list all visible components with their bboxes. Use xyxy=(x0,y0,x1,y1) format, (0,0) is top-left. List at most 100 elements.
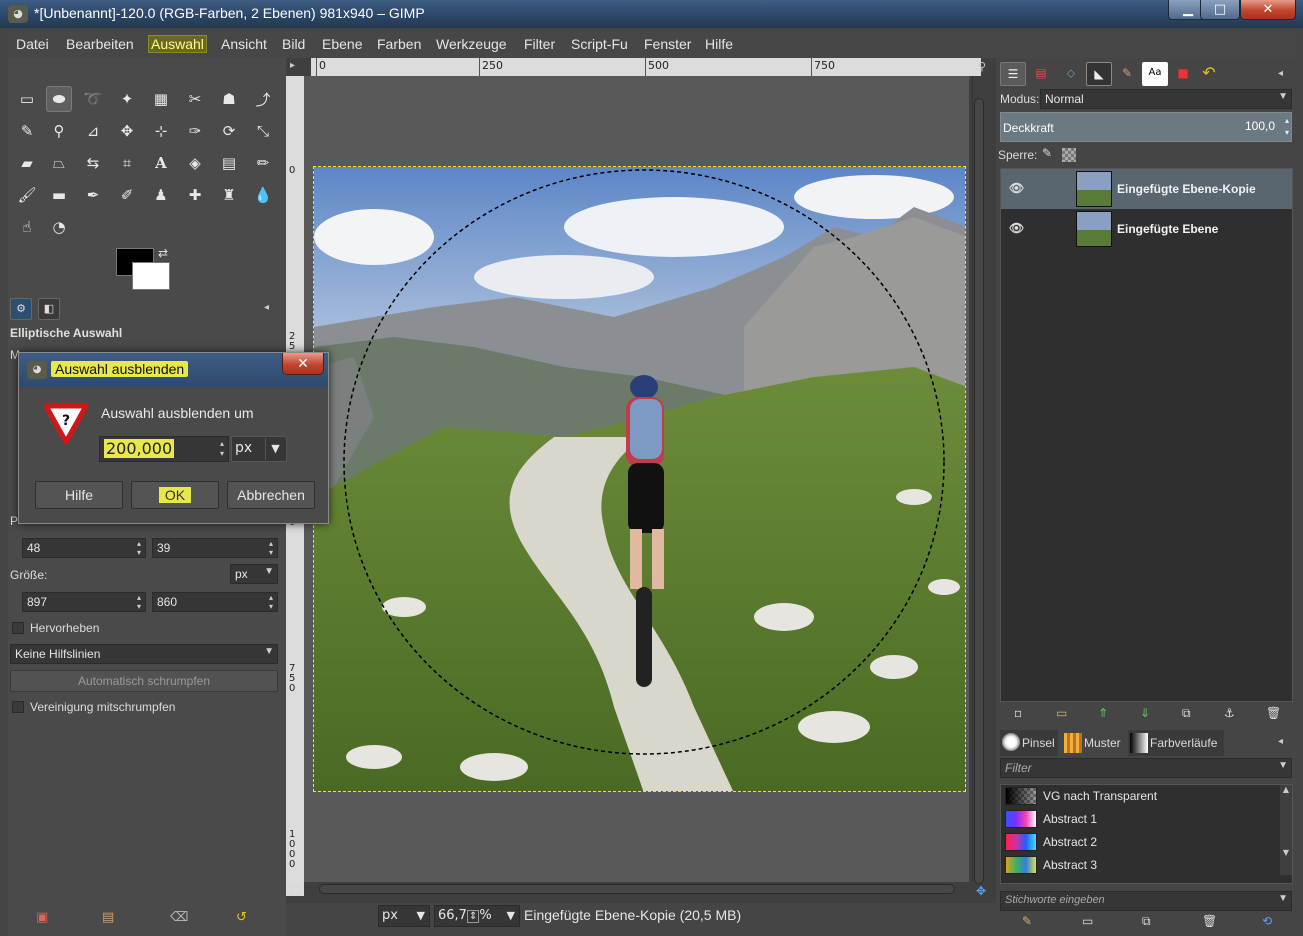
tool-options-tab-icon[interactable]: ⚙ xyxy=(10,298,32,320)
menu-ansicht[interactable]: Ansicht xyxy=(219,36,269,52)
scrollbar-thumb[interactable] xyxy=(319,884,955,894)
crop-icon[interactable]: ✑ xyxy=(182,118,208,144)
reset-options-icon[interactable]: ↺ xyxy=(236,910,247,925)
unit-select[interactable]: px ▼ xyxy=(378,905,430,927)
patterns-tab[interactable]: Muster xyxy=(1062,730,1124,756)
horizontal-scrollbar[interactable] xyxy=(311,882,971,896)
panel-menu-icon[interactable]: ◂ xyxy=(1278,68,1283,79)
menu-auswahl[interactable]: Auswahl xyxy=(148,35,207,53)
menu-hilfe[interactable]: Hilfe xyxy=(703,36,735,52)
menu-bild[interactable]: Bild xyxy=(280,36,307,52)
image-canvas[interactable] xyxy=(313,166,966,792)
menu-script-fu[interactable]: Script-Fu xyxy=(569,36,630,52)
text-icon[interactable]: A xyxy=(148,150,174,176)
scissors-select-icon[interactable]: ✂ xyxy=(182,86,208,112)
undo-history-tab-icon[interactable]: ↶ xyxy=(1196,62,1222,86)
restore-options-icon[interactable]: ▤ xyxy=(102,910,114,925)
paintbrush-icon[interactable]: 🖌 xyxy=(14,182,40,208)
eraser-icon[interactable]: ▬ xyxy=(46,182,72,208)
feather-unit-select[interactable]: px ▼ xyxy=(231,436,287,462)
brush-tab-icon[interactable]: ✎ xyxy=(1114,62,1140,86)
foreground-select-icon[interactable]: ☗ xyxy=(216,86,242,112)
align-icon[interactable]: ⊹ xyxy=(148,118,174,144)
menu-ebene[interactable]: Ebene xyxy=(320,36,364,52)
layers-tab-icon[interactable]: ☰ xyxy=(1000,62,1026,86)
gradient-row[interactable]: Abstract 1 xyxy=(1001,808,1279,830)
perspective-clone-icon[interactable]: ♜ xyxy=(216,182,242,208)
scrollbar-thumb[interactable] xyxy=(974,98,984,884)
feather-amount-input[interactable]: 200,000 ▴ ▾ xyxy=(99,436,229,462)
ellipse-select-icon[interactable]: ⬬ xyxy=(46,86,72,112)
size-height-input[interactable]: 860 xyxy=(152,592,278,612)
menu-fenster[interactable]: Fenster xyxy=(642,36,693,52)
airbrush-icon[interactable]: ✒ xyxy=(80,182,106,208)
quick-mask-icon[interactable]: ⬚ xyxy=(290,884,300,897)
zoom-select[interactable]: 66,7 ⇕% ▼ xyxy=(434,905,520,927)
spinner-icon[interactable]: ▴ ▾ xyxy=(218,439,226,459)
device-status-tab-icon[interactable]: ◧ xyxy=(38,298,60,320)
layer-row[interactable]: 👁 Eingefügte Ebene-Kopie xyxy=(1001,169,1292,209)
ok-button[interactable]: OK xyxy=(131,481,219,509)
guides-select[interactable]: Keine Hilfslinien ▼ xyxy=(10,644,278,664)
zoom-follow-icon[interactable]: ⚲ xyxy=(978,60,986,73)
dodge-burn-icon[interactable]: ◔ xyxy=(46,214,72,240)
zoom-icon[interactable]: ⚲ xyxy=(46,118,72,144)
clone-icon[interactable]: ♟ xyxy=(148,182,174,208)
gradients-scrollbar[interactable]: ▲ ▼ xyxy=(1280,785,1292,875)
paths-tab-icon[interactable]: ⬦ xyxy=(1058,62,1084,86)
gradient-row[interactable]: VG nach Transparent xyxy=(1001,785,1279,807)
colormap-tab-icon[interactable]: ◣ xyxy=(1086,62,1112,86)
opacity-spinner-icon[interactable]: ▴ ▾ xyxy=(1285,115,1289,139)
background-color-swatch[interactable] xyxy=(132,262,170,290)
highlight-checkbox[interactable] xyxy=(12,622,24,634)
menu-bearbeiten[interactable]: Bearbeiten xyxy=(64,36,136,52)
move-icon[interactable]: ✥ xyxy=(114,118,140,144)
autoshrink-button[interactable]: Automatisch schrumpfen xyxy=(10,670,278,692)
gradient-row[interactable]: Abstract 3 xyxy=(1001,854,1279,876)
panel-menu-icon[interactable]: ◂ xyxy=(1278,736,1283,747)
lock-alpha-icon[interactable] xyxy=(1062,148,1076,162)
perspective-icon[interactable]: ⏢ xyxy=(46,150,72,176)
free-select-icon[interactable]: ➰ xyxy=(80,86,106,112)
ink-icon[interactable]: ✐ xyxy=(114,182,140,208)
color-select-icon[interactable]: ▦ xyxy=(148,86,174,112)
menu-farben[interactable]: Farben xyxy=(375,36,423,52)
channels-tab-icon[interactable]: ▤ xyxy=(1028,62,1054,86)
layer-name[interactable]: Eingefügte Ebene-Kopie xyxy=(1117,182,1256,196)
anchor-layer-icon[interactable]: ⚓ xyxy=(1224,706,1235,720)
color-picker-icon[interactable]: ✎ xyxy=(14,118,40,144)
size-width-input[interactable]: 897 xyxy=(22,592,146,612)
pencil-icon[interactable]: ✏ xyxy=(250,150,276,176)
fuzzy-select-icon[interactable]: ✦ xyxy=(114,86,140,112)
layer-row[interactable]: 👁 Eingefügte Ebene xyxy=(1001,209,1292,249)
duplicate-layer-icon[interactable]: ⧉ xyxy=(1182,706,1191,721)
fonts-tab-icon[interactable]: Aa xyxy=(1142,62,1168,86)
menu-datei[interactable]: Datei xyxy=(14,36,51,52)
vertical-scrollbar[interactable] xyxy=(972,76,984,884)
refresh-gradients-icon[interactable]: ⟲ xyxy=(1262,914,1272,928)
raise-layer-icon[interactable]: ⇑ xyxy=(1098,706,1108,720)
ruler-menu-icon[interactable]: ▸ xyxy=(290,60,295,71)
layer-name[interactable]: Eingefügte Ebene xyxy=(1117,222,1218,236)
close-window-button[interactable]: ✕ xyxy=(1240,0,1296,20)
color-tab-icon[interactable]: ■ xyxy=(1170,62,1196,86)
cancel-button[interactable]: Abbrechen xyxy=(227,481,315,509)
gradient-row[interactable]: Abstract 2 xyxy=(1001,831,1279,853)
panel-menu-icon[interactable]: ◂ xyxy=(264,302,269,313)
navigate-icon[interactable]: ✥ xyxy=(976,884,986,898)
opacity-slider[interactable]: Deckkraft 100,0 ▴ ▾ xyxy=(1000,112,1292,142)
maximize-button[interactable]: □ xyxy=(1200,0,1240,20)
bucket-fill-icon[interactable]: ◈ xyxy=(182,150,208,176)
gradient-filter-input[interactable]: Filter ▼ xyxy=(1000,758,1292,778)
lock-pixels-icon[interactable]: ✎ xyxy=(1042,146,1052,160)
canvas-view[interactable] xyxy=(304,76,969,882)
position-x-input[interactable]: 48 xyxy=(22,538,146,558)
shrink-merged-checkbox[interactable] xyxy=(12,701,24,713)
scale-icon[interactable]: ⤡ xyxy=(250,118,276,144)
measure-icon[interactable]: ⊿ xyxy=(80,118,106,144)
duplicate-gradient-icon[interactable]: ⧉ xyxy=(1142,914,1151,929)
layer-mode-select[interactable]: Normal ▼ xyxy=(1040,89,1292,109)
delete-gradient-icon[interactable]: 🗑 xyxy=(1202,914,1217,928)
rect-select-icon[interactable]: ▭ xyxy=(14,86,40,112)
blend-icon[interactable]: ▤ xyxy=(216,150,242,176)
